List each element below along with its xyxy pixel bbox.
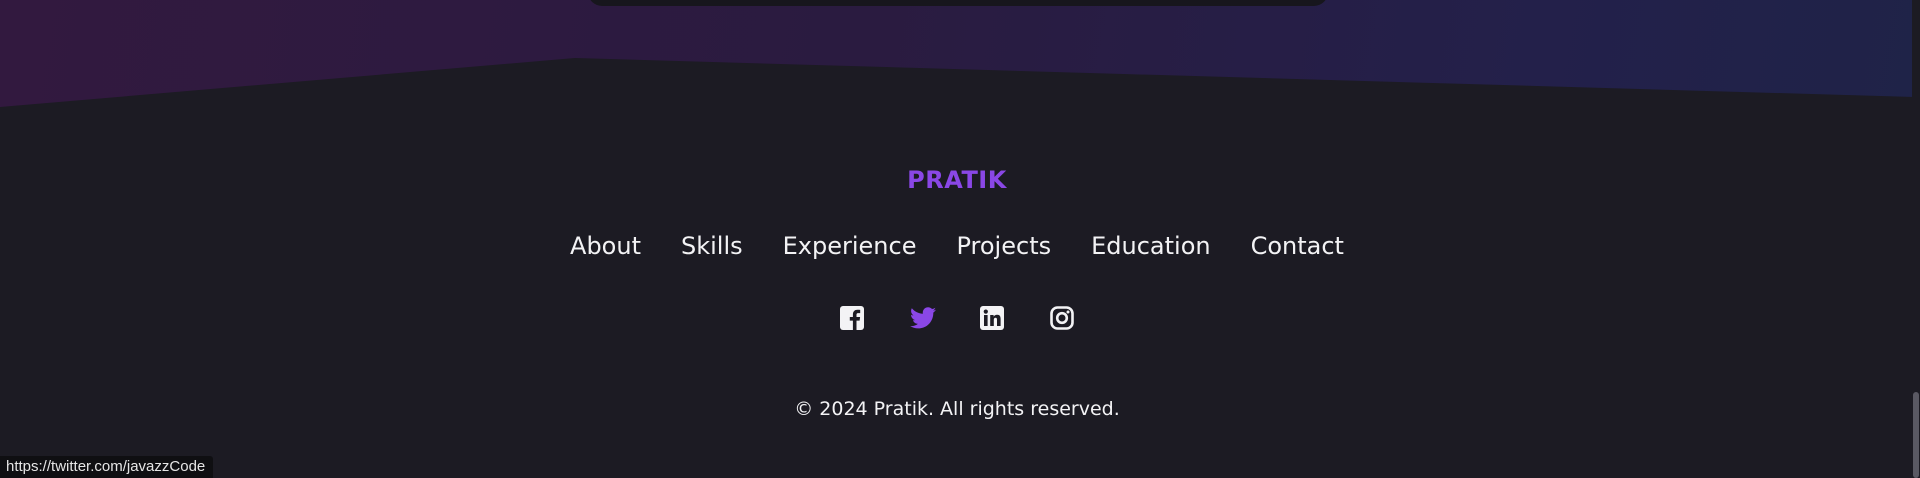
page-scrollbar[interactable] <box>1912 0 1920 478</box>
footer-nav-about[interactable]: About <box>570 230 641 262</box>
facebook-link[interactable] <box>840 306 864 330</box>
footer-brand[interactable]: PRATIK <box>0 166 1914 194</box>
footer-nav: About Skills Experience Projects Educati… <box>0 230 1914 262</box>
page: PRATIK About Skills Experience Projects … <box>0 0 1920 478</box>
instagram-link[interactable] <box>1050 306 1074 330</box>
footer-nav-skills[interactable]: Skills <box>681 230 743 262</box>
browser-status-url: https://twitter.com/javazzCode <box>0 456 214 478</box>
footer-nav-experience[interactable]: Experience <box>783 230 917 262</box>
footer-nav-education[interactable]: Education <box>1091 230 1210 262</box>
facebook-icon <box>840 306 864 330</box>
footer-nav-contact[interactable]: Contact <box>1251 230 1344 262</box>
scrollbar-thumb[interactable] <box>1913 392 1919 478</box>
twitter-icon <box>910 307 936 329</box>
instagram-icon <box>1050 306 1074 330</box>
footer-nav-projects[interactable]: Projects <box>956 230 1051 262</box>
twitter-link[interactable] <box>910 306 936 330</box>
copyright-text: © 2024 Pratik. All rights reserved. <box>794 398 1120 420</box>
linkedin-icon <box>980 306 1004 330</box>
social-links <box>0 306 1914 330</box>
linkedin-link[interactable] <box>980 306 1004 330</box>
